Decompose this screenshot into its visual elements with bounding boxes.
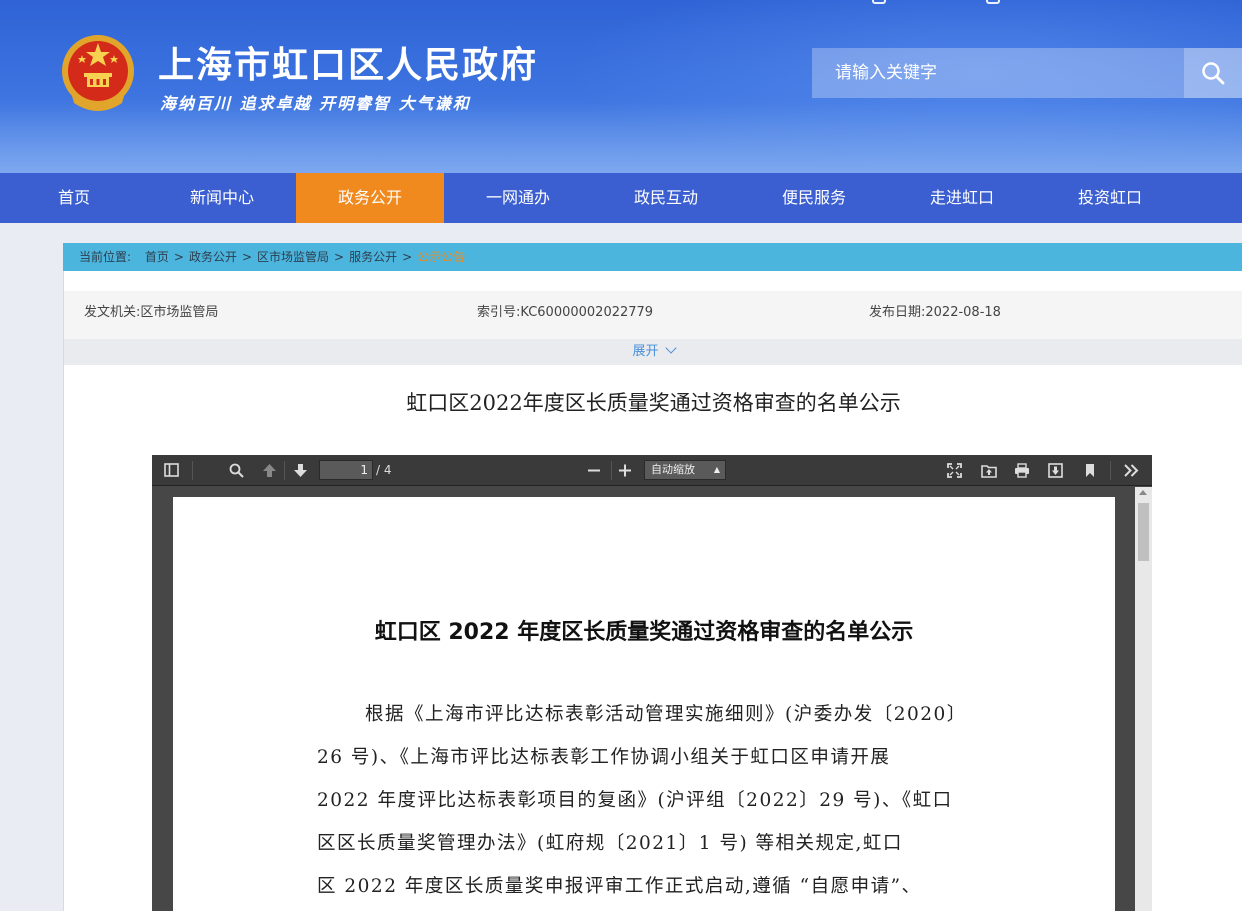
breadcrumb-separator: > <box>173 250 184 264</box>
zoom-select-value: 自动缩放 <box>651 463 695 476</box>
presentation-mode-icon[interactable] <box>947 463 962 478</box>
pdf-toolbar: 1 / 4 自动缩放 ▲ <box>152 455 1152 486</box>
zoom-in-icon[interactable] <box>618 463 632 478</box>
expand-label: 展开 <box>632 344 659 359</box>
zoom-select[interactable]: 自动缩放 ▲ <box>644 460 726 480</box>
breadcrumb: 当前位置: 首页 > 政务公开 > 区市场监管局 > 服务公开 > 公示公告 <box>63 243 1242 271</box>
breadcrumb-service[interactable]: 服务公开 <box>349 250 397 264</box>
sidebar-toggle-icon[interactable] <box>164 463 180 478</box>
nav-item-news[interactable]: 新闻中心 <box>148 173 296 223</box>
top-utility-icons <box>872 0 1000 4</box>
document-title: 虹口区2022年度区长质量奖通过资格审查的名单公示 <box>406 391 901 415</box>
breadcrumb-separator: > <box>334 250 345 264</box>
toolbar-divider <box>1110 461 1111 480</box>
pdf-text-line: 26 号)、《上海市评比达标表彰工作协调小组关于虹口区申请开展 <box>317 747 891 768</box>
download-icon[interactable] <box>1048 463 1063 478</box>
prev-page-icon[interactable] <box>262 463 277 478</box>
pdf-text-line: 区 2022 年度区长质量奖申报评审工作正式启动,遵循 “自愿申请”、 <box>317 876 922 897</box>
nav-item-online-service[interactable]: 一网通办 <box>444 173 592 223</box>
pdf-page-title: 虹口区 2022 年度区长质量奖通过资格审查的名单公示 <box>374 620 914 645</box>
search-button[interactable] <box>1184 48 1242 98</box>
scrollbar-thumb[interactable] <box>1138 503 1149 561</box>
breadcrumb-separator: > <box>241 250 253 264</box>
pdf-text-line: 2022 年度评比达标表彰项目的复函》(沪评组〔2022〕29 号)、《虹口 <box>317 790 953 811</box>
main-nav: 首页 新闻中心 政务公开 一网通办 政民互动 便民服务 走进虹口 投资虹口 <box>0 173 1242 223</box>
toolbar-divider <box>192 461 193 480</box>
wechat-icon[interactable] <box>986 0 1000 4</box>
bookmark-icon[interactable] <box>1084 463 1096 478</box>
nav-item-gov-affairs[interactable]: 政务公开 <box>296 173 444 223</box>
pdf-text-line: 根据《上海市评比达标表彰活动管理实施细则》(沪委办发〔2020〕 <box>365 704 967 725</box>
meta-index-number: 索引号:KC60000002022779 <box>477 305 654 320</box>
breadcrumb-gov-affairs[interactable]: 政务公开 <box>189 250 237 264</box>
search-input[interactable]: 请输入关键字 <box>812 48 1184 98</box>
toolbar-divider <box>611 461 612 480</box>
print-icon[interactable] <box>1014 463 1030 478</box>
pdf-page-body: 根据《上海市评比达标表彰活动管理实施细则》(沪委办发〔2020〕 26 号)、《… <box>317 693 981 908</box>
search-icon[interactable] <box>229 463 244 478</box>
meta-publish-date: 发布日期:2022-08-18 <box>869 305 1001 320</box>
open-file-icon[interactable] <box>981 463 997 478</box>
pdf-scrollbar[interactable] <box>1135 487 1152 911</box>
page-number-input[interactable]: 1 <box>319 460 373 480</box>
next-page-icon[interactable] <box>293 463 308 478</box>
zoom-out-icon[interactable] <box>587 463 601 478</box>
breadcrumb-label: 当前位置: <box>79 250 132 264</box>
scroll-up-arrow-icon[interactable] <box>1139 490 1147 495</box>
chevron-down-icon <box>664 342 677 354</box>
toolbar-divider <box>284 461 285 480</box>
breadcrumb-market-bureau[interactable]: 区市场监管局 <box>257 250 329 264</box>
mobile-icon[interactable] <box>872 0 886 4</box>
nav-item-invest[interactable]: 投资虹口 <box>1036 173 1184 223</box>
tools-icon[interactable] <box>1123 463 1139 478</box>
site-title: 上海市虹口区人民政府 <box>158 45 539 86</box>
site-header: 上海市虹口区人民政府 海纳百川 追求卓越 开明睿智 大气谦和 请输入关键字 <box>0 0 1242 173</box>
national-emblem-logo[interactable] <box>60 33 136 111</box>
pdf-text-line: 区区长质量奖管理办法》(虹府规〔2021〕1 号) 等相关规定,虹口 <box>317 833 903 854</box>
nav-item-interaction[interactable]: 政民互动 <box>592 173 740 223</box>
select-arrows-icon: ▲ <box>713 465 720 474</box>
pdf-viewer: 1 / 4 自动缩放 ▲ 虹口区 2022 年度区长质量奖通过资格审查的名单公示… <box>152 455 1152 911</box>
document-meta: 发文机关:区市场监管局 索引号:KC60000002022779 发布日期:20… <box>64 291 1242 339</box>
nav-item-about-hongkou[interactable]: 走进虹口 <box>888 173 1036 223</box>
nav-item-convenience[interactable]: 便民服务 <box>740 173 888 223</box>
breadcrumb-home[interactable]: 首页 <box>145 250 169 264</box>
expand-button[interactable]: 展开 <box>64 339 1242 365</box>
pdf-page: 虹口区 2022 年度区长质量奖通过资格审查的名单公示 根据《上海市评比达标表彰… <box>173 497 1115 911</box>
meta-issuer: 发文机关:区市场监管局 <box>84 305 219 320</box>
breadcrumb-separator: > <box>402 250 413 264</box>
search-icon <box>1202 62 1225 85</box>
page-count: / 4 <box>376 463 392 477</box>
site-slogan: 海纳百川 追求卓越 开明睿智 大气谦和 <box>160 94 471 113</box>
nav-item-home[interactable]: 首页 <box>0 173 148 223</box>
breadcrumb-current[interactable]: 公示公告 <box>417 250 465 264</box>
